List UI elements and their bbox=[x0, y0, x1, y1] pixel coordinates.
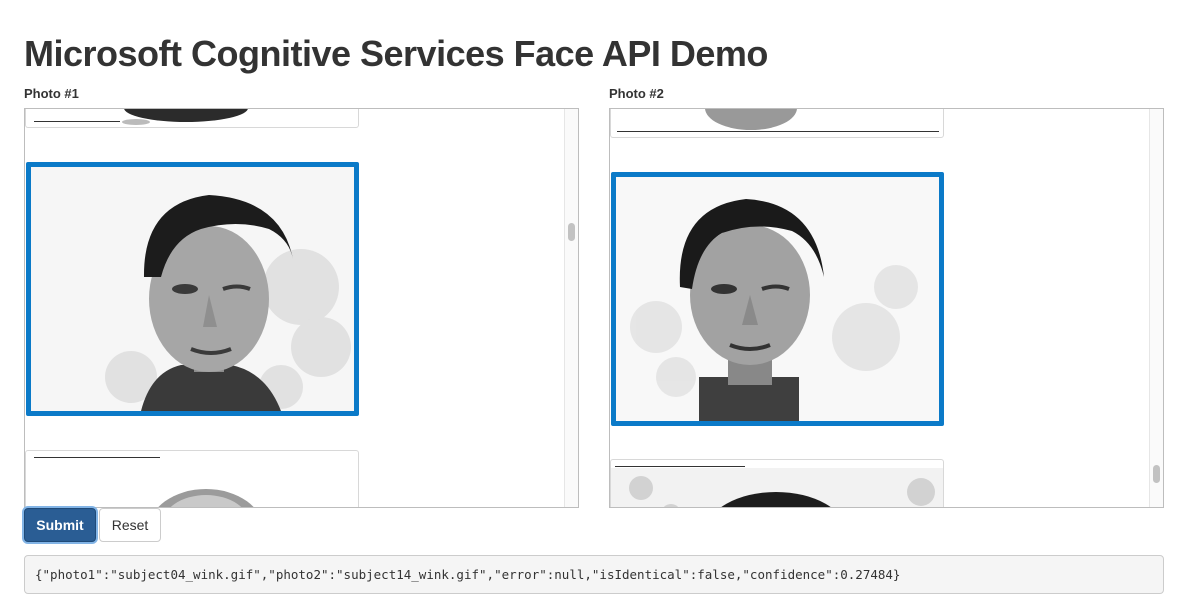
photo1-thumbnail-below[interactable] bbox=[25, 450, 359, 507]
photo-fragment-image bbox=[611, 468, 943, 507]
result-output: {"photo1":"subject04_wink.gif","photo2":… bbox=[24, 554, 1164, 594]
photo1-selected-photo[interactable] bbox=[26, 162, 359, 416]
photo1-scrollbar[interactable] bbox=[564, 109, 578, 507]
face-photo-image bbox=[31, 167, 354, 411]
photo-fragment-image bbox=[158, 489, 254, 507]
face-photo-image bbox=[616, 177, 939, 421]
photo2-thumbnail-below[interactable] bbox=[610, 459, 944, 507]
photo2-selected-photo[interactable] bbox=[611, 172, 944, 426]
photo1-scrollbar-thumb[interactable] bbox=[568, 223, 575, 241]
photo2-thumbnail-above[interactable] bbox=[610, 109, 944, 138]
photo2-scrollbar-thumb[interactable] bbox=[1153, 465, 1160, 483]
photo-fragment-image bbox=[705, 109, 797, 130]
page-title: Microsoft Cognitive Services Face API De… bbox=[24, 33, 768, 74]
submit-button[interactable]: Submit bbox=[24, 508, 96, 542]
photo-fragment-image bbox=[122, 109, 248, 125]
photo2-scrollbar[interactable] bbox=[1149, 109, 1163, 507]
photo1-label: Photo #1 bbox=[24, 86, 79, 101]
photo1-thumbnail-above[interactable] bbox=[25, 109, 359, 128]
photo2-list[interactable] bbox=[609, 108, 1164, 508]
photo2-label: Photo #2 bbox=[609, 86, 664, 101]
photo1-list[interactable] bbox=[24, 108, 579, 508]
reset-button[interactable]: Reset bbox=[99, 508, 161, 542]
